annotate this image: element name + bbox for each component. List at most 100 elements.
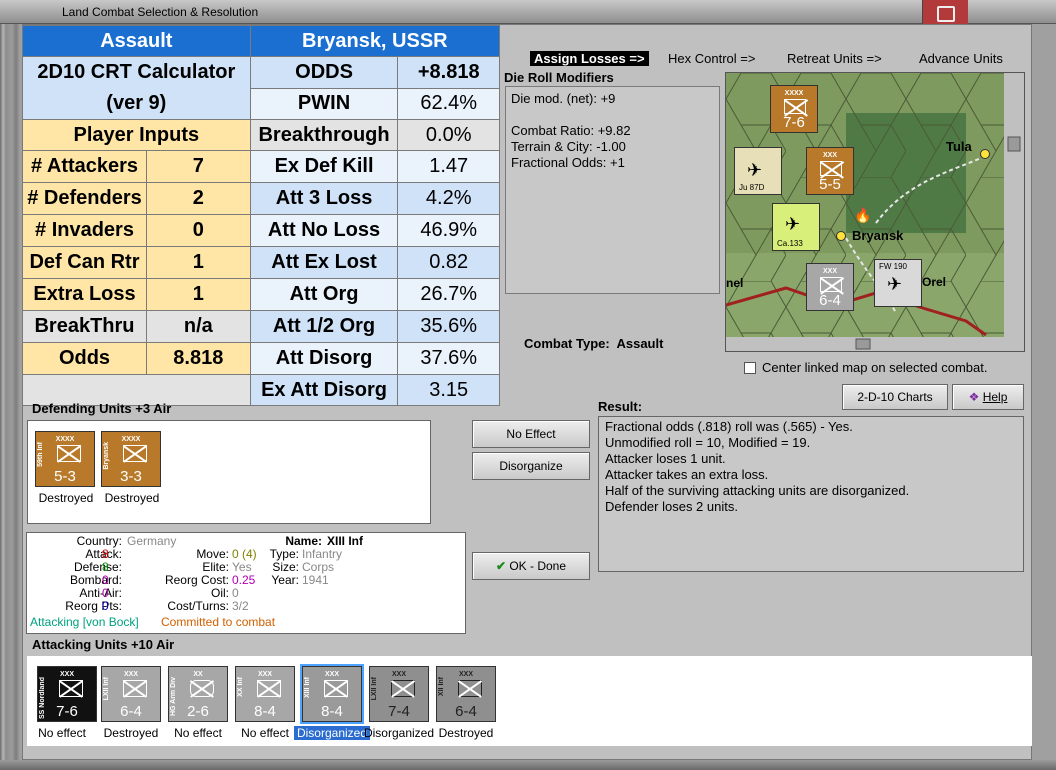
mini-map[interactable]: XXXX 7-6 XXX 5-5 XXX 6-4 Ju 87D ✈ Ca.133… [725, 72, 1025, 352]
defending-title: Defending Units +3 Air [32, 401, 172, 416]
armor-symbol-icon [190, 680, 214, 697]
result-value: 35.6% [397, 310, 500, 343]
info-attacking: Attacking [von Bock] [30, 615, 139, 629]
input-label: # Defenders [23, 183, 147, 214]
attacker-status: Disorganized [294, 726, 370, 740]
defender-unit[interactable]: XXXX 59th Inf 5-3 [35, 431, 95, 487]
unit-size: XXXX [121, 436, 141, 443]
result-label: Att Ex Lost [249, 246, 399, 279]
unit-info-panel: Country: Germany Attack: 8 Defense: 8 Bo… [26, 532, 466, 634]
result-box: Fractional odds (.818) roll was (.565) -… [598, 416, 1024, 572]
map-unit[interactable]: XXX 6-4 [806, 263, 854, 311]
air-unit[interactable]: FW 190 ✈ [874, 259, 922, 307]
result-label: Breakthrough [249, 119, 399, 151]
assign-losses-tab[interactable]: Assign Losses => [530, 51, 649, 66]
unit-strength: 7-4 [388, 703, 410, 720]
info-costturns: 3/2 [232, 599, 249, 613]
result-line: Unmodified roll = 10, Modified = 19. [605, 435, 811, 450]
combat-type-label: Combat Type: [524, 336, 610, 351]
attacker-unit[interactable]: XXX LXII Inf 7-4 [369, 666, 429, 722]
result-value: 4.2% [397, 182, 500, 215]
center-linked-option[interactable]: Center linked map on selected combat. [744, 360, 987, 375]
unit-size: XXX [257, 671, 272, 678]
ok-done-button[interactable]: ✔ OK - Done [472, 552, 590, 580]
result-label: Ex Def Kill [249, 150, 399, 183]
result-label: Att 1/2 Org [249, 310, 399, 343]
infantry-symbol-icon [391, 680, 415, 697]
combat-type-value: Assault [616, 336, 664, 351]
attacker-unit-selected[interactable]: XXX XIII Inf 8-4 [300, 664, 364, 724]
air-unit-selected[interactable]: Ca.133 ✈ [772, 203, 820, 251]
input-value: 7 [192, 155, 204, 177]
input-label: Odds [23, 343, 147, 374]
air-unit-label: Ca.133 [777, 239, 803, 248]
help-label: Help [982, 390, 1008, 404]
advance-units-tab[interactable]: Advance Units [919, 51, 1003, 66]
map-unit[interactable]: XXX 5-5 [806, 147, 854, 195]
input-row: Odds 8.818 [22, 342, 251, 375]
map-unit-size: XXX [822, 152, 837, 159]
attacker-unit[interactable]: XXX LXII Inf 6-4 [101, 666, 161, 722]
infantry-symbol-icon [820, 277, 842, 292]
attacking-units-panel: XXX SS Nordland 7-6 No effect XXX LXII I… [27, 656, 1032, 746]
attacker-unit[interactable]: XXX XII Inf 6-4 [436, 666, 496, 722]
checkmark-icon: ✔ [495, 559, 506, 573]
result-label: Att No Loss [249, 214, 399, 247]
flag-icon [922, 0, 968, 24]
center-linked-label: Center linked map on selected combat. [762, 360, 988, 375]
unit-name: LXII Inf [371, 677, 378, 701]
die-roll-title: Die Roll Modifiers [504, 70, 614, 85]
air-unit[interactable]: Ju 87D ✈ [734, 147, 782, 195]
result-label: Ex Att Disorg [249, 374, 399, 406]
infantry-symbol-icon [123, 680, 147, 697]
attacker-status: No effect [174, 726, 222, 740]
help-book-icon: ❖ [968, 390, 980, 404]
center-linked-checkbox[interactable] [744, 362, 756, 374]
infantry-symbol-icon [257, 680, 281, 697]
unit-size: XXX [59, 671, 74, 678]
no-effect-button[interactable]: No Effect [472, 420, 590, 448]
plane-icon: ✈ [887, 274, 903, 294]
result-line: Defender loses 2 units. [605, 499, 738, 514]
bottom-frame [0, 760, 1056, 770]
info-country: Germany [127, 534, 177, 548]
defender-unit[interactable]: XXXX Bryansk 3-3 [101, 431, 161, 487]
help-button[interactable]: ❖ Help [952, 384, 1024, 410]
charts-button[interactable]: 2-D-10 Charts [842, 384, 948, 410]
hex-control-tab[interactable]: Hex Control => [668, 51, 755, 66]
calc-title-line2: (ver 9) [106, 92, 167, 114]
input-label: Def Can Rtr [23, 247, 147, 278]
result-label: Att Disorg [249, 342, 399, 375]
retreat-units-tab[interactable]: Retreat Units => [787, 51, 882, 66]
attacker-status: No effect [38, 726, 86, 740]
result-value: 37.6% [397, 342, 500, 375]
result-label: ODDS [249, 56, 399, 89]
defending-units-panel: XXXX 59th Inf 5-3 Destroyed XXXX Bryansk… [27, 420, 431, 524]
info-label: Cost/Turns: [167, 599, 229, 613]
crt-calculator: Assault Bryansk, USSR 2D10 CRT Calculato… [22, 25, 501, 406]
attacker-unit[interactable]: XXX SS Nordland 7-6 [37, 666, 97, 722]
unit-strength: 8-4 [321, 703, 343, 720]
attacker-unit[interactable]: XX HG Arm Div 2-6 [168, 666, 228, 722]
input-row: # Invaders 0 [22, 214, 251, 247]
map-city-label: Tula [946, 139, 972, 154]
attacker-unit[interactable]: XXX XX Inf 8-4 [235, 666, 295, 722]
result-line: Attacker loses 1 unit. [605, 451, 726, 466]
calc-header-right: Bryansk, USSR [249, 25, 501, 57]
input-label: Extra Loss [23, 279, 147, 310]
info-label: Year: [271, 573, 299, 587]
player-inputs-heading: Player Inputs [22, 119, 251, 151]
map-unit[interactable]: XXXX 7-6 [770, 85, 818, 133]
attacking-title: Attacking Units +10 Air [32, 637, 175, 652]
infantry-symbol-icon [57, 445, 81, 462]
infantry-symbol-icon [820, 161, 842, 176]
drm-line: Fractional Odds: +1 [511, 155, 625, 170]
attacker-status: Destroyed [103, 726, 159, 740]
unit-size: XXXX [55, 436, 75, 443]
combat-type: Combat Type: Assault [524, 336, 663, 351]
disorganize-button[interactable]: Disorganize [472, 452, 590, 480]
air-unit-label: FW 190 [879, 262, 908, 271]
city-marker-icon [836, 231, 846, 241]
result-value: +8.818 [397, 56, 500, 89]
unit-name: XIII Inf [304, 677, 311, 698]
